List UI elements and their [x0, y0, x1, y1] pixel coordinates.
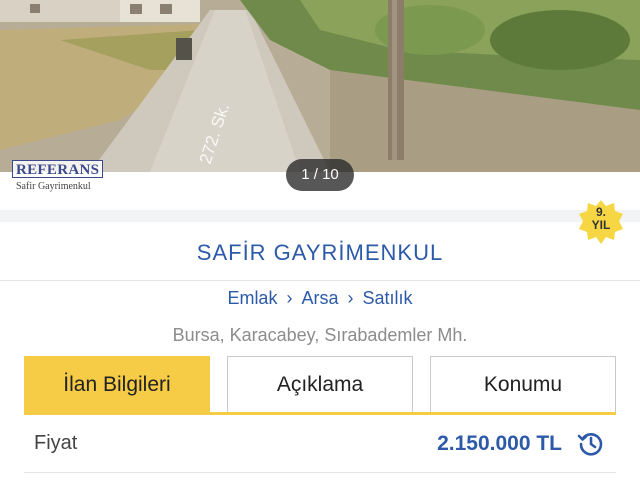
listing-location: Bursa, Karacabey, Sırabademler Mh.: [172, 325, 468, 345]
divider: [0, 280, 640, 281]
tab-aciklama[interactable]: Açıklama: [227, 356, 413, 414]
breadcrumb-chevron-icon: ›: [347, 288, 354, 308]
price-row: Fiyat 2.150.000 TL: [0, 420, 640, 470]
years-badge-text: 9. YIL: [578, 206, 624, 232]
tab-underline: [24, 412, 616, 415]
watermark-brand: REFERANS: [16, 162, 100, 178]
listing-tabs: İlan Bilgileri Açıklama Konumu: [24, 356, 616, 414]
badge-line2: YIL: [591, 218, 611, 232]
watermark-caption: Safir Gayrimenkul: [16, 181, 91, 192]
watermark-brand-box: REFERANS: [12, 160, 104, 178]
price-value: 2.150.000 TL: [437, 432, 562, 455]
listing-page: 272. Sk. REFERANS Safir Gayrimenkul 1 / …: [0, 0, 640, 480]
seller-name[interactable]: SAFİR GAYRİMENKUL: [0, 240, 640, 266]
breadcrumb-item-emlak[interactable]: Emlak: [227, 288, 277, 309]
watermark-logo: REFERANS Safir Gayrimenkul: [12, 160, 104, 192]
breadcrumb-chevron-icon: ›: [286, 288, 293, 308]
breadcrumb-item-arsa[interactable]: Arsa: [301, 288, 338, 309]
photo-scene: 272. Sk.: [0, 0, 640, 172]
breadcrumb: Emlak › Arsa › Satılık: [0, 288, 640, 309]
photo-counter: 1 / 10: [286, 159, 354, 191]
tab-konumu[interactable]: Konumu: [430, 356, 616, 414]
tab-ilan-bilgileri[interactable]: İlan Bilgileri: [24, 356, 210, 414]
listing-photo[interactable]: 272. Sk.: [0, 0, 640, 172]
divider: [24, 472, 616, 473]
price-history-icon[interactable]: [576, 429, 606, 459]
price-label: Fiyat: [34, 432, 78, 454]
breadcrumb-item-satilik[interactable]: Satılık: [363, 288, 413, 309]
